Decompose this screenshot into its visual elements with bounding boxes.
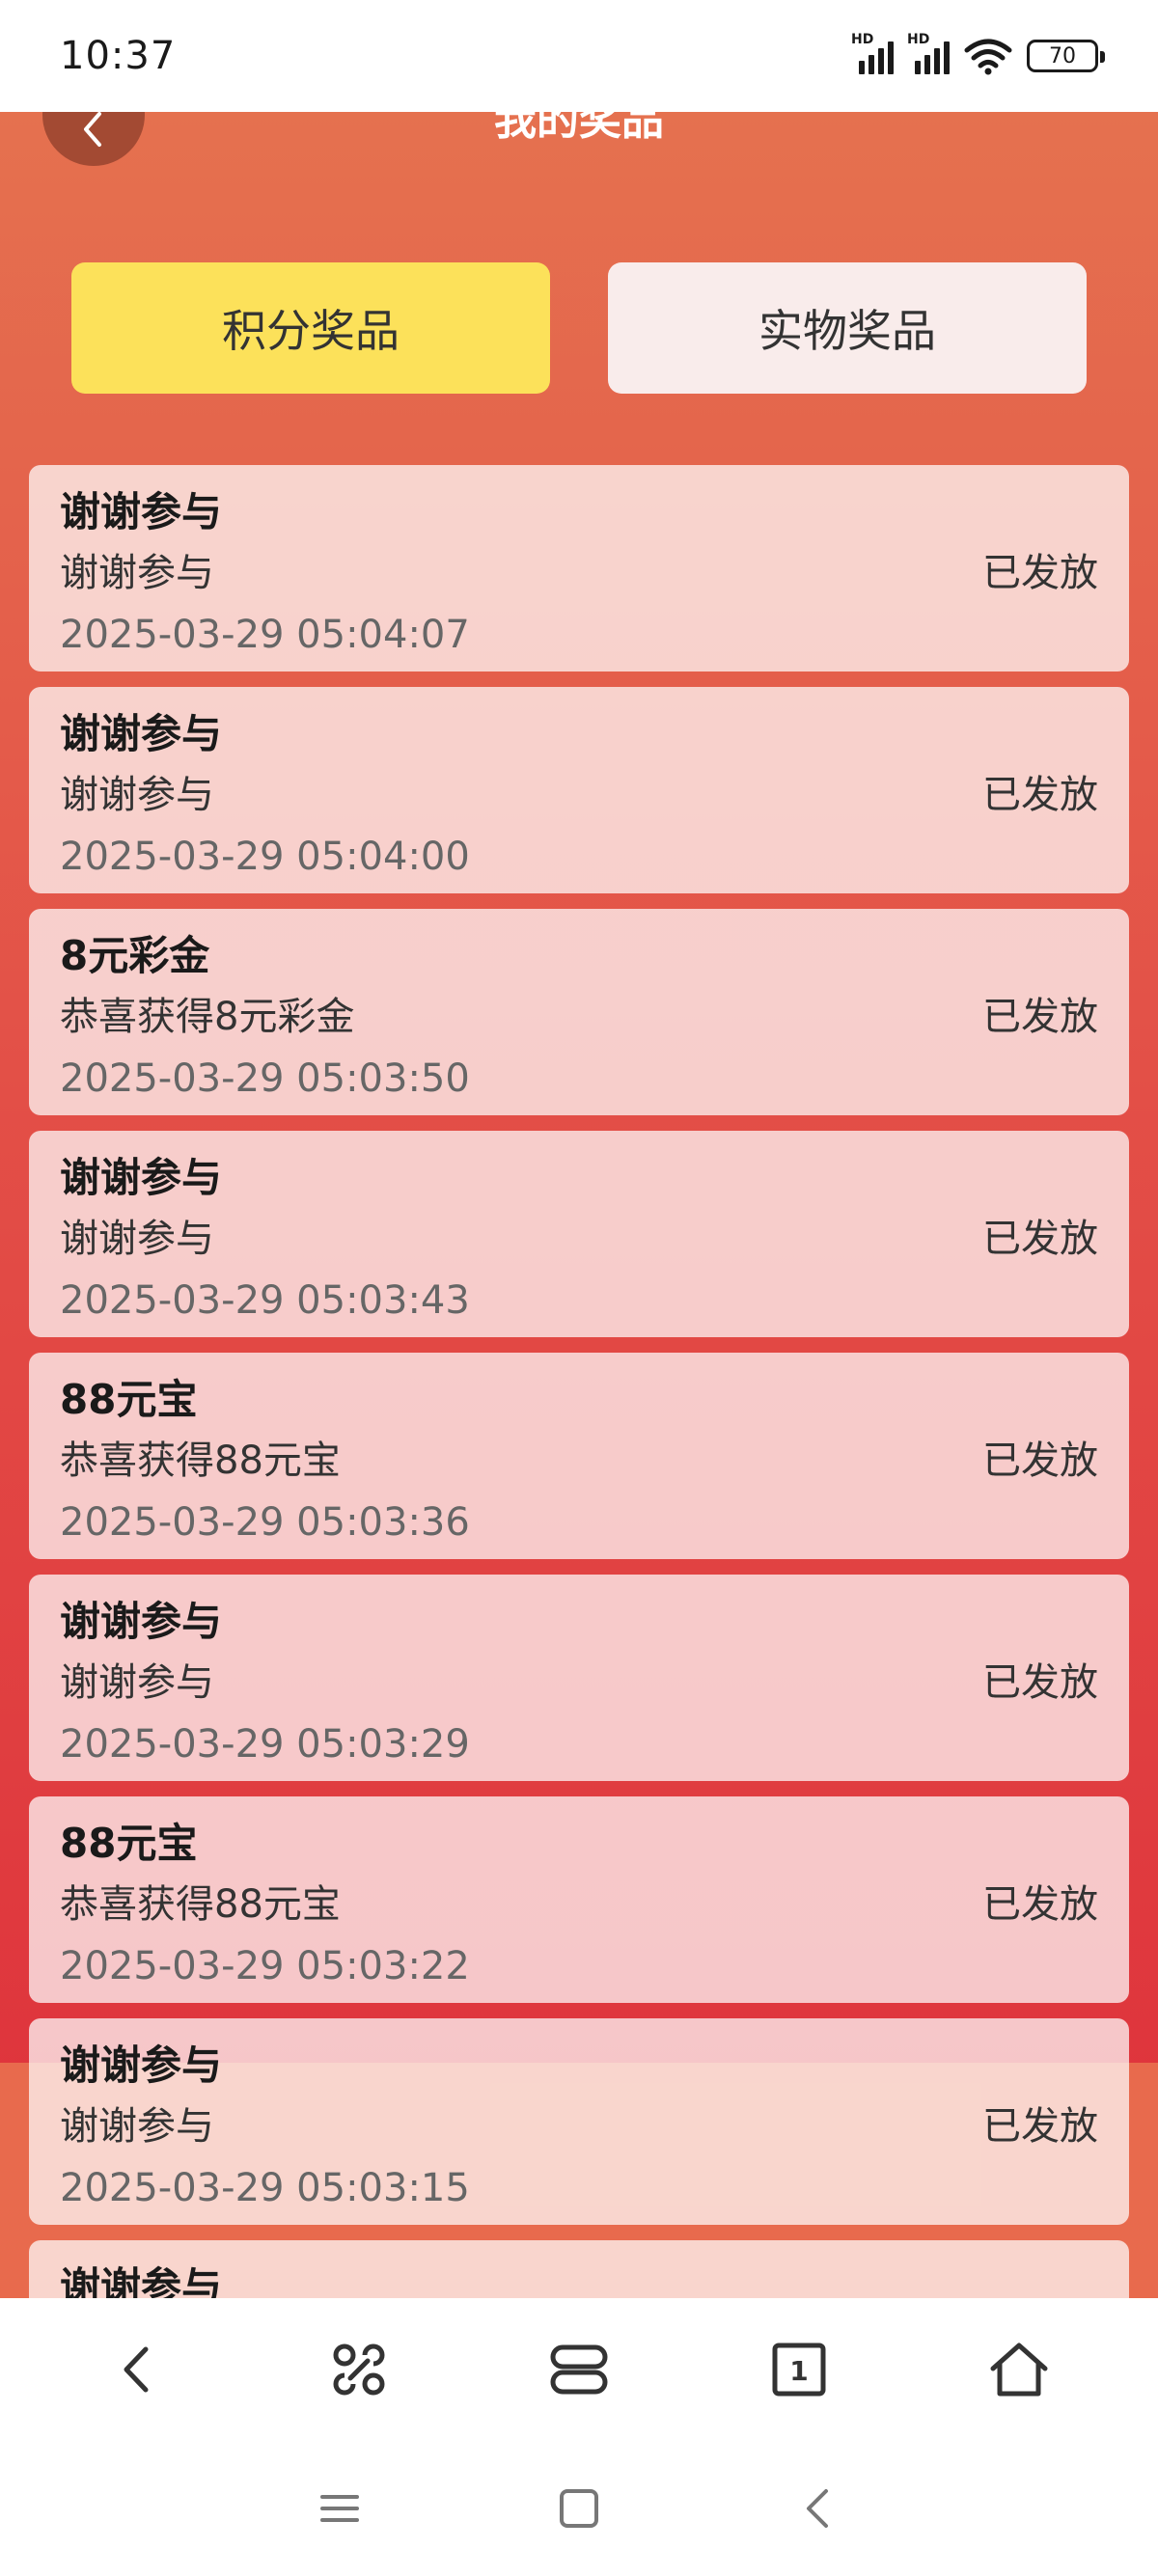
prize-desc: 谢谢参与 — [60, 2104, 214, 2149]
prize-status: 已发放 — [982, 1660, 1098, 1705]
browser-back-button[interactable] — [81, 2312, 197, 2427]
cell-signal-icon: HD — [851, 32, 894, 74]
prize-time: 2025-03-29 05:04:07 — [60, 613, 470, 657]
prize-status: 已发放 — [982, 995, 1098, 1039]
status-time: 10:37 — [60, 34, 177, 78]
prize-title: 谢谢参与 — [60, 488, 223, 535]
wifi-icon — [964, 39, 1012, 75]
prize-time: 2025-03-29 05:03:36 — [60, 1500, 470, 1545]
prize-card[interactable]: 谢谢参与 — [29, 2240, 1129, 2298]
back-chevron-icon[interactable] — [795, 2485, 841, 2532]
home-icon — [990, 2343, 1048, 2397]
prize-status: 已发放 — [982, 773, 1098, 817]
prize-desc: 谢谢参与 — [60, 1217, 214, 1261]
prize-title: 88元宝 — [60, 1376, 198, 1423]
prize-time: 2025-03-29 05:03:50 — [60, 1056, 470, 1101]
prize-title: 谢谢参与 — [60, 1154, 223, 1201]
prize-card[interactable]: 谢谢参与 谢谢参与 2025-03-29 05:03:29 已发放 — [29, 1575, 1129, 1781]
prize-list: 谢谢参与 谢谢参与 2025-03-29 05:04:07 已发放 谢谢参与 谢… — [29, 465, 1129, 2298]
prize-status: 已发放 — [982, 1439, 1098, 1483]
browser-command-button[interactable] — [301, 2312, 417, 2427]
status-bar: 10:37 HD HD 70 — [0, 0, 1158, 112]
tabs-overview-icon — [550, 2344, 608, 2395]
tab-points-prizes[interactable]: 积分奖品 — [71, 262, 550, 394]
prize-title: 88元宝 — [60, 1820, 198, 1867]
prize-title: 8元彩金 — [60, 932, 210, 979]
browser-home-button[interactable] — [961, 2312, 1077, 2427]
page-title: 我的奖品 — [494, 112, 664, 145]
browser-toolbar: 1 — [0, 2298, 1158, 2441]
prize-status: 已发放 — [982, 2104, 1098, 2149]
browser-tab-count-button[interactable]: 1 — [741, 2312, 857, 2427]
system-nav-bar — [0, 2441, 1158, 2576]
prize-card[interactable]: 谢谢参与 谢谢参与 2025-03-29 05:04:00 已发放 — [29, 687, 1129, 893]
home-square-icon[interactable] — [556, 2485, 602, 2532]
tab-count-icon: 1 — [772, 2343, 826, 2397]
prize-title: 谢谢参与 — [60, 2042, 223, 2089]
prize-time: 2025-03-29 05:03:22 — [60, 1944, 470, 1988]
prize-title: 谢谢参与 — [60, 2263, 223, 2298]
prize-desc: 恭喜获得88元宝 — [60, 1439, 341, 1483]
prize-card[interactable]: 谢谢参与 谢谢参与 2025-03-29 05:03:15 已发放 — [29, 2018, 1129, 2225]
status-icons: HD HD 70 — [851, 32, 1105, 75]
prize-desc: 谢谢参与 — [60, 773, 214, 817]
back-icon — [124, 2346, 149, 2393]
battery-level: 70 — [1049, 43, 1076, 69]
tab-physical-prizes[interactable]: 实物奖品 — [608, 262, 1087, 394]
prize-card[interactable]: 88元宝 恭喜获得88元宝 2025-03-29 05:03:36 已发放 — [29, 1353, 1129, 1559]
prize-status: 已发放 — [982, 1882, 1098, 1927]
prize-status: 已发放 — [982, 551, 1098, 595]
menu-icon[interactable] — [317, 2485, 363, 2532]
prize-desc: 谢谢参与 — [60, 551, 214, 595]
prize-tabs: 积分奖品 实物奖品 — [71, 262, 1087, 394]
prize-time: 2025-03-29 05:03:29 — [60, 1722, 470, 1767]
prize-card[interactable]: 谢谢参与 谢谢参与 2025-03-29 05:04:07 已发放 — [29, 465, 1129, 671]
prize-desc: 恭喜获得88元宝 — [60, 1882, 341, 1927]
prize-time: 2025-03-29 05:03:43 — [60, 1278, 470, 1323]
prize-desc: 恭喜获得8元彩金 — [60, 995, 355, 1039]
tab-count: 1 — [789, 2355, 808, 2387]
prize-status: 已发放 — [982, 1217, 1098, 1261]
command-icon — [333, 2343, 385, 2396]
prize-card[interactable]: 88元宝 恭喜获得88元宝 2025-03-29 05:03:22 已发放 — [29, 1796, 1129, 2003]
prize-title: 谢谢参与 — [60, 710, 223, 757]
prize-card[interactable]: 8元彩金 恭喜获得8元彩金 2025-03-29 05:03:50 已发放 — [29, 909, 1129, 1115]
hd-label: HD — [907, 32, 930, 47]
browser-tabs-overview-button[interactable] — [521, 2312, 637, 2427]
hd-label: HD — [851, 32, 874, 47]
prize-title: 谢谢参与 — [60, 1598, 223, 1645]
prize-card[interactable]: 谢谢参与 谢谢参与 2025-03-29 05:03:43 已发放 — [29, 1131, 1129, 1337]
prize-page: 我的奖品 积分奖品 实物奖品 谢谢参与 谢谢参与 2025-03-29 05:0… — [0, 112, 1158, 2298]
prize-desc: 谢谢参与 — [60, 1660, 214, 1705]
battery-icon: 70 — [1027, 40, 1105, 72]
prize-time: 2025-03-29 05:03:15 — [60, 2166, 470, 2210]
cell-signal-icon: HD — [907, 32, 950, 74]
prize-time: 2025-03-29 05:04:00 — [60, 835, 470, 879]
